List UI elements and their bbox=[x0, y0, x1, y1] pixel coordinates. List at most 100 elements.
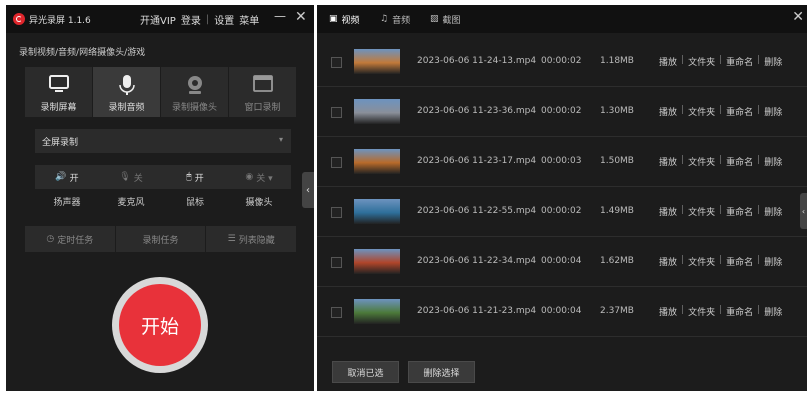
divider: | bbox=[681, 155, 685, 165]
toggle-label: 摄像头 bbox=[245, 198, 273, 208]
play-link[interactable]: 播放 bbox=[659, 105, 677, 118]
mode-record-screen[interactable]: 录制屏幕 bbox=[25, 67, 93, 117]
divider: | bbox=[205, 14, 210, 25]
login-link[interactable]: 登录 bbox=[181, 12, 201, 27]
mouse-toggle[interactable]: 🖱 开 bbox=[163, 165, 227, 189]
play-link[interactable]: 播放 bbox=[659, 205, 677, 218]
start-button[interactable]: 开始 bbox=[119, 284, 201, 366]
delete-link[interactable]: 删除 bbox=[764, 305, 782, 318]
camera-off-icon: ◉ bbox=[245, 172, 254, 182]
row-checkbox[interactable] bbox=[331, 157, 342, 168]
collapse-panel-button[interactable]: ‹ bbox=[302, 172, 314, 208]
divider: | bbox=[757, 105, 761, 115]
divider: | bbox=[757, 205, 761, 215]
duration: 00:00:02 bbox=[541, 56, 582, 66]
capture-area-select[interactable]: 全屏录制 ▾ bbox=[35, 129, 291, 153]
file-name: 2023-06-06 11-24-13.mp4 bbox=[417, 56, 537, 66]
close-icon[interactable]: ✕ bbox=[792, 9, 804, 25]
deselect-button[interactable]: 取消已选 bbox=[332, 361, 399, 383]
subtitle: 录制视频/音频/网络摄像头/游戏 bbox=[19, 48, 146, 58]
delete-link[interactable]: 删除 bbox=[764, 155, 782, 168]
row-checkbox[interactable] bbox=[331, 307, 342, 318]
folder-link[interactable]: 文件夹 bbox=[688, 255, 715, 268]
video-thumbnail[interactable] bbox=[354, 249, 400, 274]
tab-screenshot[interactable]: ▨ 截图 bbox=[430, 5, 461, 33]
rename-link[interactable]: 重命名 bbox=[726, 205, 753, 218]
play-link[interactable]: 播放 bbox=[659, 155, 677, 168]
tab-audio[interactable]: ♫ 音频 bbox=[380, 5, 410, 33]
video-thumbnail[interactable] bbox=[354, 49, 400, 74]
expand-panel-button[interactable]: ‹ bbox=[800, 193, 807, 229]
menu-link[interactable]: 菜单 bbox=[239, 12, 259, 27]
recordings-panel: ▣ 视频 ♫ 音频 ▨ 截图 ✕ 2023-06-06 11-24-13.mp4… bbox=[317, 5, 807, 391]
video-thumbnail[interactable] bbox=[354, 99, 400, 124]
record-task-button[interactable]: 录制任务 bbox=[115, 226, 206, 252]
button-label: 列表隐藏 bbox=[238, 235, 275, 246]
tab-video[interactable]: ▣ 视频 bbox=[329, 5, 360, 33]
speaker-toggle[interactable]: 🔊 开 bbox=[35, 165, 99, 189]
play-link[interactable]: 播放 bbox=[659, 305, 677, 318]
row-actions: 播放 | 文件夹 | 重命名 | 删除 bbox=[659, 205, 782, 218]
play-link[interactable]: 播放 bbox=[659, 255, 677, 268]
folder-link[interactable]: 文件夹 bbox=[688, 205, 715, 218]
video-icon: ▣ bbox=[329, 14, 338, 24]
scheduled-task-button[interactable]: ◷ 定时任务 bbox=[25, 226, 115, 252]
row-checkbox[interactable] bbox=[331, 107, 342, 118]
monitor-icon bbox=[48, 75, 69, 92]
folder-link[interactable]: 文件夹 bbox=[688, 155, 715, 168]
microphone-toggle[interactable]: 🎙 关 bbox=[99, 165, 163, 189]
delete-link[interactable]: 删除 bbox=[764, 205, 782, 218]
hide-list-button[interactable]: ☰ 列表隐藏 bbox=[206, 226, 297, 252]
divider: | bbox=[757, 305, 761, 315]
rename-link[interactable]: 重命名 bbox=[726, 305, 753, 318]
row-checkbox[interactable] bbox=[331, 207, 342, 218]
video-thumbnail[interactable] bbox=[354, 199, 400, 224]
mode-record-webcam[interactable]: 录制摄像头 bbox=[161, 67, 229, 117]
rename-link[interactable]: 重命名 bbox=[726, 255, 753, 268]
button-label: 定时任务 bbox=[57, 235, 94, 246]
delete-link[interactable]: 删除 bbox=[764, 105, 782, 118]
folder-link[interactable]: 文件夹 bbox=[688, 105, 715, 118]
toggle-labels: 扬声器 麦克风 鼠标 摄像头 bbox=[35, 195, 291, 208]
delete-link[interactable]: 删除 bbox=[764, 255, 782, 268]
folder-link[interactable]: 文件夹 bbox=[688, 305, 715, 318]
close-button[interactable]: ✕ bbox=[295, 9, 307, 25]
rename-link[interactable]: 重命名 bbox=[726, 55, 753, 68]
folder-link[interactable]: 文件夹 bbox=[688, 55, 715, 68]
camera-toggle[interactable]: ◉ 关 ▾ bbox=[227, 165, 291, 189]
delete-link[interactable]: 删除 bbox=[764, 55, 782, 68]
mode-record-audio[interactable]: 录制音频 bbox=[93, 67, 161, 117]
row-checkbox[interactable] bbox=[331, 257, 342, 268]
mode-label: 录制摄像头 bbox=[171, 103, 217, 113]
mode-record-window[interactable]: 窗口录制 bbox=[229, 67, 297, 117]
divider: | bbox=[719, 255, 723, 265]
microphone-icon bbox=[118, 75, 135, 95]
video-thumbnail[interactable] bbox=[354, 299, 400, 324]
toggle-label: 鼠标 bbox=[185, 198, 204, 208]
button-label: 录制任务 bbox=[142, 235, 179, 246]
divider: | bbox=[757, 55, 761, 65]
rename-link[interactable]: 重命名 bbox=[726, 105, 753, 118]
file-name: 2023-06-06 11-21-23.mp4 bbox=[417, 306, 537, 316]
file-name: 2023-06-06 11-23-17.mp4 bbox=[417, 156, 537, 166]
divider: | bbox=[719, 55, 723, 65]
microphone-off-icon: 🎙 bbox=[119, 172, 131, 182]
play-link[interactable]: 播放 bbox=[659, 55, 677, 68]
mouse-icon: 🖱 bbox=[186, 172, 192, 182]
vip-link[interactable]: 开通VIP bbox=[140, 12, 176, 27]
divider: | bbox=[681, 105, 685, 115]
delete-selected-button[interactable]: 删除选择 bbox=[408, 361, 475, 383]
file-name: 2023-06-06 11-23-36.mp4 bbox=[417, 106, 537, 116]
row-checkbox[interactable] bbox=[331, 57, 342, 68]
divider: | bbox=[681, 305, 685, 315]
file-name: 2023-06-06 11-22-34.mp4 bbox=[417, 256, 537, 266]
minimize-button[interactable]: — bbox=[274, 9, 286, 23]
divider: | bbox=[719, 105, 723, 115]
microphone-state: 关 bbox=[133, 173, 143, 184]
chevron-down-icon: ▾ bbox=[278, 135, 283, 144]
settings-link[interactable]: 设置 bbox=[214, 12, 234, 27]
rename-link[interactable]: 重命名 bbox=[726, 155, 753, 168]
media-tabs: ▣ 视频 ♫ 音频 ▨ 截图 ✕ bbox=[317, 5, 807, 33]
file-size: 1.18MB bbox=[600, 56, 634, 66]
video-thumbnail[interactable] bbox=[354, 149, 400, 174]
